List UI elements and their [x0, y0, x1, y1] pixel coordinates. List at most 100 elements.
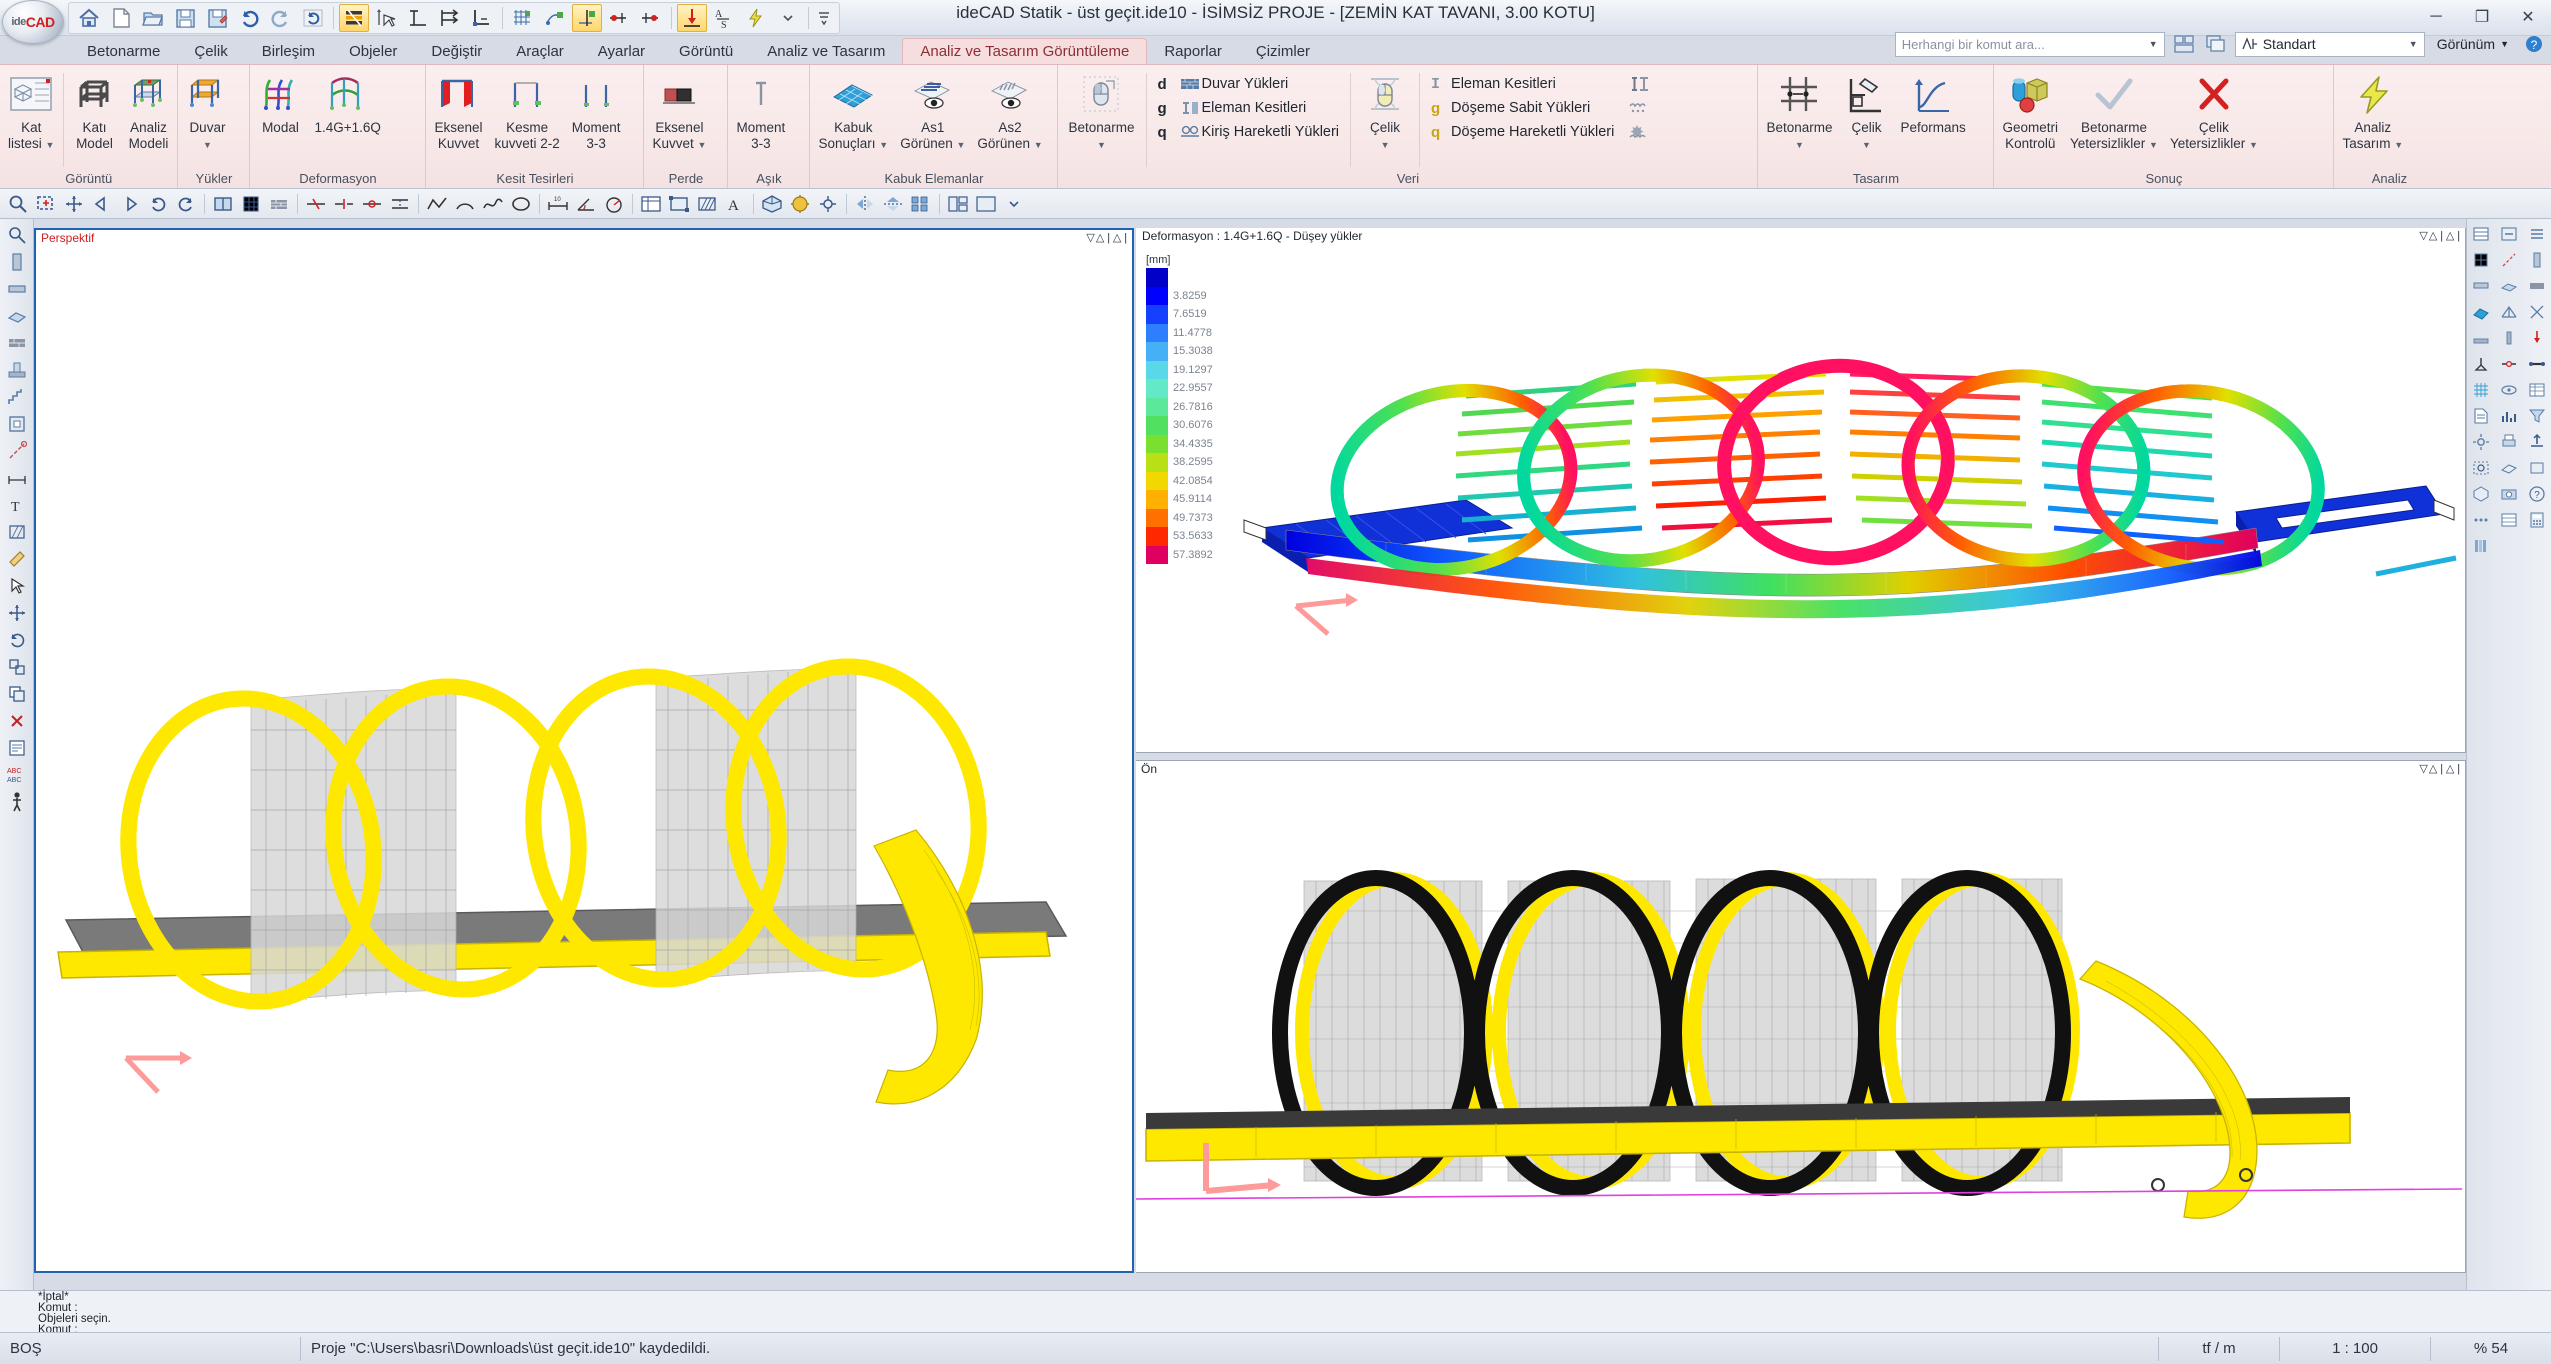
rotate-left-icon[interactable]: [144, 191, 172, 217]
geometri-kontrolu-button[interactable]: Geometri Kontrolü: [1996, 67, 2064, 151]
status-units[interactable]: tf / m: [2159, 1333, 2279, 1364]
tasarim-betonarme-button[interactable]: Betonarme ▼: [1760, 67, 1838, 153]
eksenel-kuvvet-button[interactable]: Eksenel Kuvvet: [428, 67, 488, 151]
save-as-icon[interactable]: [202, 4, 232, 32]
betonarme-yetersizlikler-button[interactable]: Betonarme Yetersizlikler ▼: [2064, 67, 2164, 153]
beam-right-icon[interactable]: [2467, 273, 2495, 299]
viewport-perspective[interactable]: Perspektif ▽△|△|: [34, 228, 1134, 1273]
flip-icon[interactable]: [851, 191, 879, 217]
idecad-logo[interactable]: ide CAD: [2, 0, 64, 44]
celik-data-button[interactable]: Çelik ▼: [1354, 67, 1416, 153]
settings-right-icon[interactable]: [2467, 429, 2495, 455]
corner-snap-icon[interactable]: [467, 4, 497, 32]
status-zoom[interactable]: % 54: [2431, 1333, 2551, 1364]
zoom-extents-icon[interactable]: [4, 191, 32, 217]
stair-icon[interactable]: [2, 383, 32, 410]
axis-right-icon[interactable]: [2495, 247, 2523, 273]
array-icon[interactable]: [907, 191, 935, 217]
status-scale[interactable]: 1 : 100: [2280, 1333, 2430, 1364]
beam-icon[interactable]: [2, 275, 32, 302]
ellipse-icon[interactable]: [507, 191, 535, 217]
undo-icon[interactable]: [234, 4, 264, 32]
rebar-tool-icon[interactable]: ABC ABC: [2, 761, 32, 788]
orbit-left-icon[interactable]: [88, 191, 116, 217]
tab-cizimler[interactable]: Çizimler: [1239, 38, 1327, 64]
snapshot-icon[interactable]: [2495, 481, 2523, 507]
tab-analiz-ve-tasarim-goruntuleme[interactable]: Analiz ve Tasarım Görüntüleme: [902, 38, 1148, 64]
help-right-icon[interactable]: ?: [2523, 481, 2551, 507]
story-down-icon[interactable]: [2495, 221, 2523, 247]
pin-support-icon[interactable]: [604, 4, 634, 32]
measure-icon[interactable]: [2, 545, 32, 572]
node-snap-icon[interactable]: [540, 4, 570, 32]
slab-right-icon[interactable]: [2495, 273, 2523, 299]
spline-icon[interactable]: [479, 191, 507, 217]
style-dropdown-icon[interactable]: ▼: [2409, 39, 2418, 49]
celik-yetersizlikler-button[interactable]: Çelik Yetersizlikler ▼: [2164, 67, 2264, 153]
library-icon[interactable]: [2467, 533, 2495, 559]
hatch-icon[interactable]: [693, 191, 721, 217]
load-right-icon[interactable]: [2523, 325, 2551, 351]
cut-line-icon[interactable]: [302, 191, 330, 217]
doseme-sabit-yukleri-item[interactable]: g Döşeme Sabit Yükleri: [1427, 96, 1618, 120]
axis-icon[interactable]: [2, 437, 32, 464]
load-down-icon[interactable]: [677, 4, 707, 32]
bracing-icon[interactable]: [2523, 299, 2551, 325]
wall-elevation-icon[interactable]: [265, 191, 293, 217]
analiz-tasarim-button[interactable]: Analiz Tasarım ▼: [2336, 67, 2409, 153]
chart-right-icon[interactable]: [2495, 403, 2523, 429]
model-3d-icon[interactable]: [758, 191, 786, 217]
steel-profile-icon[interactable]: [1624, 72, 1654, 96]
command-log-area[interactable]: *İptal* Komut : Objeleri seçin. Komut :: [0, 1290, 2551, 1336]
kati-model-button[interactable]: Katı Model: [67, 67, 121, 151]
tasarim-celik-button[interactable]: Çelik ▼: [1839, 67, 1895, 153]
grid-snap-icon[interactable]: [508, 4, 538, 32]
release-icon[interactable]: [2495, 351, 2523, 377]
tasarim-peformans-button[interactable]: Peformans: [1895, 67, 1972, 151]
mirror-icon[interactable]: [879, 191, 907, 217]
grid-toggle-icon[interactable]: [237, 191, 265, 217]
section-view-icon[interactable]: [209, 191, 237, 217]
pile-icon[interactable]: [2495, 325, 2523, 351]
report-icon[interactable]: [2467, 403, 2495, 429]
pan-icon[interactable]: [60, 191, 88, 217]
view-layout-icon[interactable]: [944, 191, 972, 217]
layers-icon[interactable]: [339, 4, 369, 32]
column-right-icon[interactable]: [2523, 247, 2551, 273]
help-icon[interactable]: ?: [2521, 31, 2547, 57]
redo-icon[interactable]: [266, 4, 296, 32]
kiris-hareketli-yukleri-item[interactable]: q Kiriş Hareketli Yükleri: [1154, 120, 1344, 144]
filter-icon[interactable]: [2523, 403, 2551, 429]
save-icon[interactable]: [170, 4, 200, 32]
viewport-front[interactable]: Ön ▽△|△|: [1136, 760, 2466, 1273]
dimension-icon[interactable]: [2, 464, 32, 491]
new-file-icon[interactable]: [106, 4, 136, 32]
grid-right-icon[interactable]: [2467, 247, 2495, 273]
perde-eksenel-kuvvet-button[interactable]: Eksenel Kuvvet ▼: [646, 67, 712, 153]
viewport-deformation-controls[interactable]: ▽△|△|: [2419, 229, 2463, 243]
zoom-fit-right-icon[interactable]: [2467, 455, 2495, 481]
open-folder-icon[interactable]: [138, 4, 168, 32]
wall-right-icon[interactable]: [2523, 273, 2551, 299]
zoom-window-icon[interactable]: [32, 191, 60, 217]
viewport-perspective-controls[interactable]: ▽△|△|: [1086, 231, 1130, 245]
axial-section-icon[interactable]: AS: [709, 4, 739, 32]
delete-icon[interactable]: [2, 707, 32, 734]
text-icon[interactable]: A: [721, 191, 749, 217]
viewport-front-controls[interactable]: ▽△|△|: [2419, 762, 2463, 776]
search-input[interactable]: Herhangi bir komut ara... ▼: [1894, 31, 2165, 57]
tab-celik[interactable]: Çelik: [177, 38, 244, 64]
foundation-right-icon[interactable]: [2467, 325, 2495, 351]
trim-icon[interactable]: [358, 191, 386, 217]
asik-moment-button[interactable]: Moment 3-3: [730, 67, 791, 151]
footing-icon[interactable]: [2, 356, 32, 383]
view-single-icon[interactable]: [972, 191, 1000, 217]
live-load-icon[interactable]: [1624, 120, 1654, 144]
dimension-angular-icon[interactable]: [572, 191, 600, 217]
select-icon[interactable]: [2, 572, 32, 599]
pointer-snap-icon[interactable]: [371, 4, 401, 32]
view-menu-dropdown-icon[interactable]: ▼: [2500, 39, 2509, 49]
tab-araclar[interactable]: Araçlar: [499, 38, 581, 64]
more-tools-icon[interactable]: [2467, 507, 2495, 533]
kesme-kuvveti-button[interactable]: Kesme kuvveti 2-2: [488, 67, 565, 151]
